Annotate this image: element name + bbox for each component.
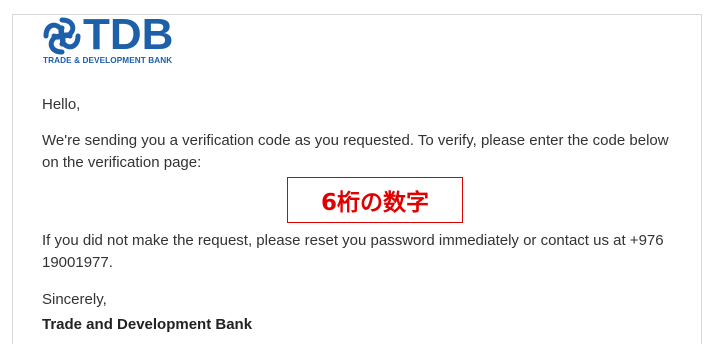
reset-password-paragraph: If you did not make the request, please … [42,232,664,271]
logo-wordmark: TDB [83,10,174,59]
signature-text: Trade and Development Bank [42,316,253,333]
greeting-text: Hello, [42,96,81,113]
tdb-knot-icon [43,17,81,55]
verification-paragraph: We're sending you a verification code as… [42,132,669,171]
logo-tagline: TRADE & DEVELOPMENT BANK [43,56,173,65]
closing-text: Sincerely, [42,291,107,308]
verification-code-annotation: 6桁の数字 [287,177,463,223]
tdb-logo: TDB TRADE & DEVELOPMENT BANK [42,10,192,66]
